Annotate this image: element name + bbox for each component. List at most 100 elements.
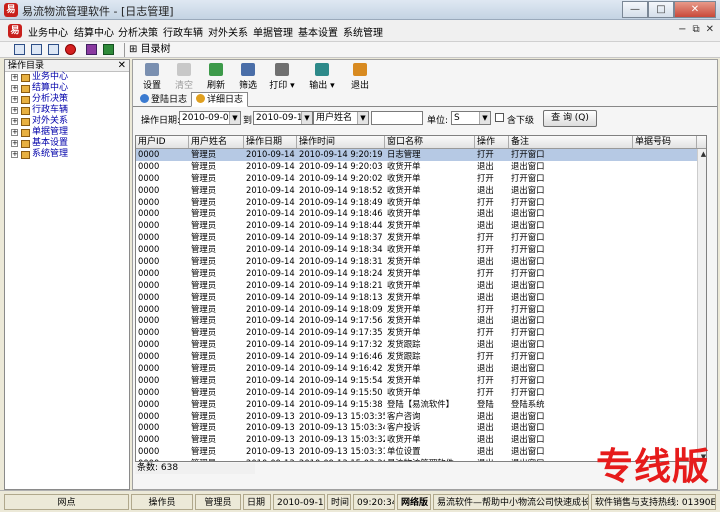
table-row[interactable]: 0000 管理员 2010-09-14 2010-09-14 9:18:49 收货开单 打… [136,196,706,209]
tree-item-business-center[interactable]: + 业务中心 [5,72,129,83]
table-row[interactable]: 0000 管理员 2010-09-13 2010-09-13 15:03:35 客户咨询… [136,411,706,423]
cell-user-id: 0000 [138,315,160,326]
stop-icon[interactable] [65,44,76,55]
app-menu-icon[interactable]: 易 [8,24,22,38]
maximize-button[interactable]: □ [648,1,674,18]
table-row[interactable]: 0000 管理员 2010-09-13 2010-09-13 15:03:34 客户投诉… [136,422,706,434]
query-button[interactable]: 查 询 (Q) [543,110,597,127]
expand-icon[interactable]: + [11,107,18,114]
filter-button[interactable]: 筛选 [233,62,263,91]
col-action[interactable]: 操作 [475,136,509,148]
book-icon[interactable] [86,44,97,55]
panel-close-icon[interactable]: ✕ [118,60,126,72]
tree-item-system-management[interactable]: + 系统管理 [5,149,129,160]
export-button[interactable]: 输出 ▾ [307,62,337,91]
tab-login-log[interactable]: 登陆日志 [135,92,192,107]
table-row[interactable]: 0000 管理员 2010-09-14 2010-09-14 9:18:52 收货开单 退… [136,185,706,197]
table-row[interactable]: 0000 管理员 2010-09-14 2010-09-14 9:20:19 日志管理 打… [136,149,706,161]
table-row[interactable]: 0000 管理员 2010-09-14 2010-09-14 9:18:21 收货开单 退… [136,280,706,292]
unit-select[interactable]: S ▼ [451,111,491,125]
col-doc-number[interactable]: 单据号码 [633,136,697,148]
exit-button[interactable]: 退出 [345,62,375,91]
layout-vertical-icon[interactable] [31,44,42,55]
settings-button[interactable]: 设置 [137,62,167,91]
menu-documents[interactable]: 单据管理 [253,24,293,39]
clear-button[interactable]: 清空 [169,62,199,91]
expand-icon[interactable]: + [11,129,18,136]
table-row[interactable]: 0000 管理员 2010-09-14 2010-09-14 9:18:34 收货开单 打… [136,244,706,256]
cell-op-date: 2010-09-14 [246,291,295,302]
include-subordinate-checkbox[interactable] [495,113,504,122]
mdi-restore-icon[interactable]: ⧉ [692,24,699,35]
table-row[interactable]: 0000 管理员 2010-09-14 2010-09-14 9:15:50 收货开单 打… [136,387,706,399]
table-row[interactable]: 0000 管理员 2010-09-14 2010-09-14 9:18:09 发货开单 打… [136,304,706,316]
mdi-minimize-icon[interactable]: − [678,24,686,35]
layout-horizontal-icon[interactable] [14,44,25,55]
close-button[interactable]: ✕ [674,1,716,18]
menu-admin-vehicles[interactable]: 行政车辆 [163,24,203,39]
table-row[interactable]: 0000 管理员 2010-09-14 2010-09-14 9:18:44 发货开单 退… [136,220,706,232]
expand-icon[interactable]: + [11,74,18,81]
print-button[interactable]: 打印 ▾ [267,62,297,91]
date-from-select[interactable]: 2010-09-01 ▼ [179,111,241,125]
table-row[interactable]: 0000 管理员 2010-09-14 2010-09-14 9:18:31 发货开单 退… [136,256,706,268]
cell-window-name: 发货开单 [387,315,421,326]
tree-item-admin-vehicles[interactable]: + 行政车辆 [5,105,129,116]
search-value-input[interactable] [371,111,423,125]
table-row[interactable]: 0000 管理员 2010-09-14 2010-09-14 9:17:56 发货开单 退… [136,315,706,327]
table-row[interactable]: 0000 管理员 2010-09-14 2010-09-14 9:17:32 发货跟踪 退… [136,339,706,351]
tree-item-analysis[interactable]: + 分析决策 [5,94,129,105]
expand-icon[interactable]: + [11,151,18,158]
tree-item-settlement-center[interactable]: + 结算中心 [5,83,129,94]
table-row[interactable]: 0000 管理员 2010-09-14 2010-09-14 9:16:42 发货开单 退… [136,363,706,375]
print-dropdown-icon[interactable]: ▾ [287,81,295,91]
table-row[interactable]: 0000 管理员 2010-09-14 2010-09-14 9:18:24 发货开单 打… [136,267,706,280]
tree-item-external-relations[interactable]: + 对外关系 [5,116,129,127]
vertical-scrollbar[interactable]: ▲ ▼ [697,149,706,461]
cell-user-name: 管理员 [191,196,217,207]
col-op-time[interactable]: 操作时间 [297,136,385,148]
date-to-select[interactable]: 2010-09-14 ▼ [253,111,313,125]
table-row[interactable]: 0000 管理员 2010-09-14 2010-09-14 9:18:13 发货开单 退… [136,291,706,304]
cell-doc-number [633,232,697,244]
chevron-down-icon: ▼ [357,112,368,124]
expand-icon[interactable]: + [11,140,18,147]
expand-icon[interactable]: + [11,85,18,92]
table-row[interactable]: 0000 管理员 2010-09-14 2010-09-14 9:15:38 登陆【易流… [136,399,706,411]
expand-icon[interactable]: + [11,96,18,103]
tab-directory-tree[interactable]: ⊞ 目录树 [124,43,175,57]
table-row[interactable]: 0000 管理员 2010-09-14 2010-09-14 9:18:37 发货开单 打… [136,232,706,244]
exit-door-icon[interactable] [103,44,114,55]
cell-op-date: 2010-09-14 [246,232,295,243]
table-row[interactable]: 0000 管理员 2010-09-14 2010-09-14 9:15:54 发货开单 打… [136,375,706,387]
menu-analysis[interactable]: 分析决策 [118,24,158,39]
field-select[interactable]: 用户姓名 ▼ [313,111,369,125]
table-row[interactable]: 0000 管理员 2010-09-14 2010-09-14 9:20:03 收货开单 退… [136,161,706,173]
cascade-icon[interactable] [48,44,59,55]
minimize-button[interactable]: — [622,1,648,18]
export-dropdown-icon[interactable]: ▾ [327,81,335,91]
mdi-close-icon[interactable]: ✕ [706,24,714,35]
menu-business-center[interactable]: 业务中心 [28,24,68,39]
menu-system-management[interactable]: 系统管理 [343,24,383,39]
expand-icon[interactable]: + [11,118,18,125]
menu-external-relations[interactable]: 对外关系 [208,24,248,39]
col-window-name[interactable]: 窗口名称 [385,136,475,148]
table-row[interactable]: 0000 管理员 2010-09-14 2010-09-14 9:17:35 发货开单 打… [136,327,706,339]
col-remark[interactable]: 备注 [509,136,633,148]
cell-doc-number [633,173,697,185]
tree-item-documents[interactable]: + 单据管理 [5,127,129,138]
tree-item-basic-settings[interactable]: + 基本设置 [5,138,129,149]
scroll-up-icon[interactable]: ▲ [698,149,706,159]
col-op-date[interactable]: 操作日期 [244,136,297,148]
table-row[interactable]: 0000 管理员 2010-09-14 2010-09-14 9:16:46 发货跟踪 打… [136,351,706,363]
tab-detail-log[interactable]: 详细日志 [191,92,249,107]
col-user-id[interactable]: 用户ID [136,136,189,148]
menu-basic-settings[interactable]: 基本设置 [298,24,338,39]
refresh-button[interactable]: 刷新 [201,62,231,91]
cell-action: 打开 [477,267,494,278]
table-row[interactable]: 0000 管理员 2010-09-14 2010-09-14 9:20:02 收货开单 打… [136,173,706,185]
table-row[interactable]: 0000 管理员 2010-09-14 2010-09-14 9:18:46 收货开单 退… [136,208,706,220]
menu-settlement-center[interactable]: 结算中心 [74,24,114,39]
col-user-name[interactable]: 用户姓名 [189,136,244,148]
